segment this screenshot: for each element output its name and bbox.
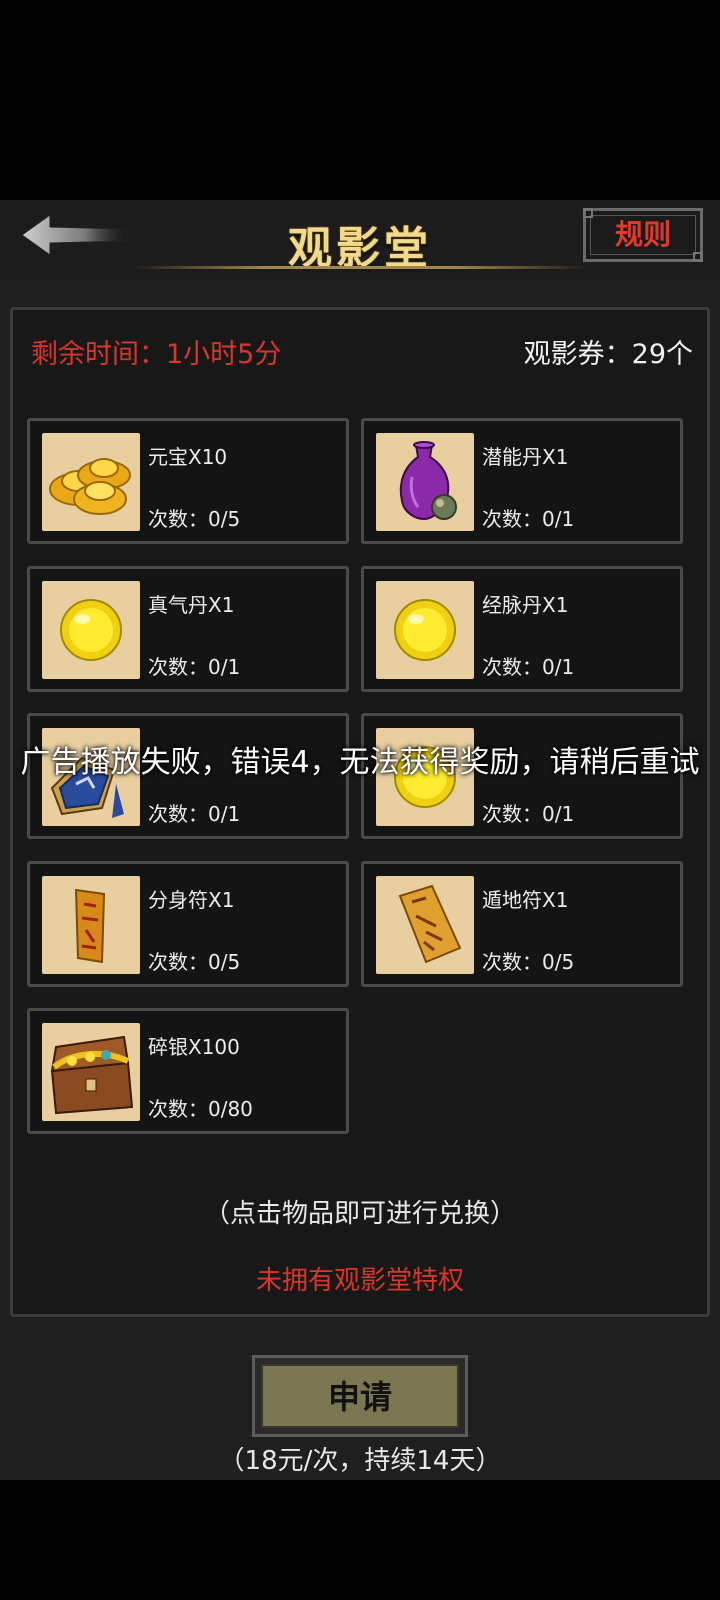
header-bar: 观影堂 规则	[0, 200, 720, 280]
apply-button-face: 申请	[261, 1364, 459, 1428]
exchange-panel: 剩余时间：1小时5分 观影券：29个 元宝X10 次数：0/5 潜能丹X1 次数…	[10, 307, 710, 1317]
item-count: 次数：0/80	[148, 1097, 253, 1121]
item-card-clone-talisman[interactable]: 分身符X1 次数：0/5	[27, 861, 349, 987]
toast-message: 广告播放失败，错误4，无法获得奖励，请稍后重试	[20, 745, 700, 780]
apply-button[interactable]: 申请	[252, 1355, 468, 1437]
title-divider	[130, 266, 590, 269]
item-card-silver[interactable]: 碎银X100 次数：0/80	[27, 1008, 349, 1134]
purple-vase-icon	[376, 433, 474, 531]
item-count: 次数：0/1	[148, 655, 241, 679]
apply-button-label: 申请	[327, 1378, 392, 1416]
item-card-gold-ingot[interactable]: 元宝X10 次数：0/5	[27, 418, 349, 544]
rules-button-label: 规则	[614, 218, 671, 251]
yellow-pill-icon	[376, 581, 474, 679]
treasure-chest-icon	[42, 1023, 140, 1121]
item-count: 次数：0/1	[482, 655, 575, 679]
item-count: 次数：0/5	[482, 950, 575, 974]
item-name: 潜能丹X1	[482, 445, 569, 469]
item-card-zhenqi-pill[interactable]: 真气丹X1 次数：0/1	[27, 566, 349, 692]
item-count: 次数：0/5	[148, 507, 241, 531]
item-count: 次数：0/1	[148, 802, 241, 826]
item-card-escape-talisman[interactable]: 遁地符X1 次数：0/5	[361, 861, 683, 987]
talisman-icon	[42, 876, 140, 974]
item-name: 碎银X100	[148, 1035, 240, 1059]
item-card-potential-pill[interactable]: 潜能丹X1 次数：0/1	[361, 418, 683, 544]
scroll-talisman-icon	[376, 876, 474, 974]
item-name: 经脉丹X1	[482, 593, 569, 617]
item-count: 次数：0/5	[148, 950, 241, 974]
item-count: 次数：0/1	[482, 507, 575, 531]
item-name: 元宝X10	[148, 445, 228, 469]
item-name: 遁地符X1	[482, 888, 569, 912]
app-screen: 观影堂 规则 剩余时间：1小时5分 观影券：29个 元宝X10 次数：0/5 潜…	[0, 200, 720, 1480]
item-count: 次数：0/1	[482, 802, 575, 826]
remaining-time: 剩余时间：1小时5分	[31, 339, 282, 370]
ticket-count: 观影券：29个	[523, 339, 693, 370]
item-name: 真气丹X1	[148, 593, 235, 617]
gold-ingot-icon	[42, 433, 140, 531]
exchange-hint: （点击物品即可进行兑换）	[203, 1199, 516, 1229]
privilege-status: 未拥有观影堂特权	[255, 1266, 464, 1296]
yellow-pill-icon	[42, 581, 140, 679]
item-card-meridian-pill[interactable]: 经脉丹X1 次数：0/1	[361, 566, 683, 692]
price-note: （18元/次，持续14天）	[218, 1446, 502, 1476]
rules-button[interactable]: 规则	[583, 208, 703, 262]
item-name: 分身符X1	[148, 888, 235, 912]
